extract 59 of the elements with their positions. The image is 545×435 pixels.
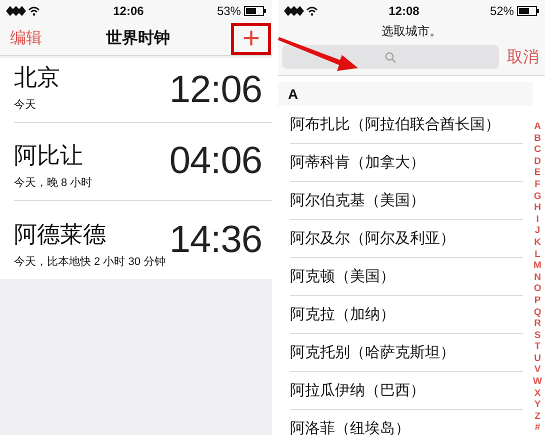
battery-percent: 53%: [216, 4, 241, 18]
index-letter[interactable]: X: [534, 388, 541, 400]
city-item[interactable]: 阿尔伯克基（美国）: [290, 182, 523, 220]
index-letter[interactable]: O: [534, 283, 542, 295]
search-icon: [385, 52, 396, 62]
index-letter[interactable]: V: [534, 364, 541, 376]
signal-icon: [6, 6, 40, 16]
battery-icon: [516, 6, 539, 16]
index-letter[interactable]: J: [534, 225, 540, 237]
index-letter[interactable]: T: [534, 341, 540, 353]
city-item[interactable]: 阿克托别（哈萨克斯坦）: [290, 334, 523, 372]
index-letter[interactable]: F: [534, 178, 540, 191]
index-letter[interactable]: Z: [534, 410, 540, 422]
clock-time: 14:36: [169, 218, 262, 262]
index-letter[interactable]: I: [536, 214, 539, 226]
prompt-text: 选取城市。: [380, 23, 442, 40]
index-letter[interactable]: R: [534, 318, 541, 330]
index-letter[interactable]: A: [534, 121, 541, 133]
city-name: 阿比让: [14, 141, 84, 170]
edit-button[interactable]: 编辑: [10, 28, 42, 49]
city-item[interactable]: 阿蒂科肯（加拿大）: [290, 144, 523, 182]
index-letter[interactable]: E: [534, 167, 541, 179]
status-time: 12:08: [388, 4, 420, 18]
search-field[interactable]: [282, 45, 499, 69]
time-difference: 今天: [14, 98, 37, 112]
time-difference: 今天，比本地快 2 小时 30 分钟: [14, 255, 166, 269]
city-item[interactable]: 阿拉瓜伊纳（巴西）: [290, 372, 523, 410]
index-letter[interactable]: L: [534, 248, 540, 260]
city-name: 阿德莱德: [14, 220, 107, 249]
city-item[interactable]: 阿布扎比（阿拉伯联合酋长国）: [290, 106, 523, 144]
cancel-button[interactable]: 取消: [505, 46, 541, 68]
index-letter[interactable]: D: [534, 156, 541, 168]
index-letter[interactable]: G: [534, 190, 542, 202]
section-header: A: [278, 82, 533, 106]
city-item[interactable]: 阿尔及尔（阿尔及利亚）: [290, 220, 523, 258]
battery-icon: [244, 6, 266, 16]
time-difference: 今天，晚 8 小时: [14, 176, 92, 190]
clock-time: 04:06: [169, 140, 262, 183]
index-letter[interactable]: M: [534, 260, 542, 272]
index-letter[interactable]: N: [534, 272, 541, 284]
index-letter[interactable]: K: [534, 236, 541, 249]
index-letter[interactable]: W: [533, 376, 542, 388]
index-letter[interactable]: H: [534, 202, 541, 214]
index-letter[interactable]: B: [534, 132, 541, 144]
index-letter[interactable]: Q: [534, 306, 542, 318]
index-letter[interactable]: S: [534, 330, 541, 342]
index-letter[interactable]: U: [534, 352, 541, 364]
battery-percent: 52%: [490, 4, 514, 18]
index-letter[interactable]: C: [534, 144, 541, 156]
city-item[interactable]: 阿克拉（加纳）: [290, 296, 523, 334]
city-name: 北京: [14, 63, 60, 92]
index-letter[interactable]: Y: [534, 399, 541, 411]
clock-time: 12:06: [169, 68, 262, 112]
city-item[interactable]: 阿克顿（美国）: [290, 258, 523, 296]
nav-title: 世界时钟: [106, 28, 170, 49]
index-letter[interactable]: P: [534, 294, 541, 306]
status-time: 12:06: [113, 4, 144, 18]
index-letter[interactable]: #: [534, 422, 540, 434]
signal-icon: [284, 6, 318, 16]
